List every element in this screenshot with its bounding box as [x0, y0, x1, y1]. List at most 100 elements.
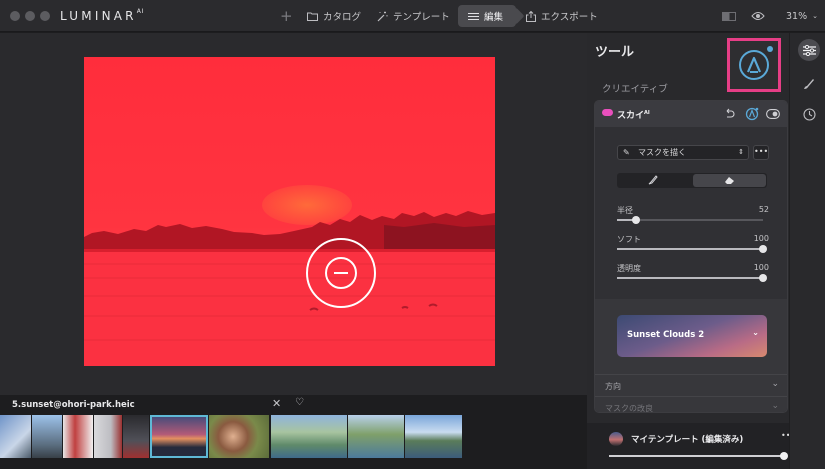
- edit-label: 編集: [484, 12, 504, 23]
- add-icon[interactable]: +: [280, 7, 293, 25]
- tools-rail-button[interactable]: [798, 39, 820, 61]
- sky-tool-header[interactable]: スカイAI: [595, 101, 787, 127]
- cloud-icon: [602, 109, 613, 116]
- my-template-bar: マイテンプレート (編集済み) •••: [587, 423, 795, 469]
- brush-cursor: [306, 238, 376, 308]
- chevron-down-icon: ⌄: [752, 328, 759, 337]
- panel-title: ツール: [595, 45, 635, 60]
- minimize-window-button[interactable]: [25, 11, 35, 21]
- heart-icon[interactable]: ♡: [295, 397, 304, 408]
- brush-icon: [804, 79, 814, 89]
- magic-wand-icon: [377, 11, 388, 21]
- water-reflection: [84, 252, 495, 366]
- template-amount-knob[interactable]: [780, 452, 788, 460]
- export-label: エクスポート: [541, 12, 598, 23]
- active-dot: [767, 46, 773, 52]
- thumbnail[interactable]: [94, 415, 122, 458]
- eraser-icon: [725, 177, 734, 184]
- catalog-label: カタログ: [323, 12, 362, 23]
- slider-knob[interactable]: [759, 245, 767, 253]
- template-amount-track[interactable]: [609, 452, 788, 460]
- zoom-level[interactable]: 31% ⌄: [786, 8, 818, 24]
- erase-segment-active[interactable]: [693, 174, 766, 187]
- export-tab[interactable]: エクスポート: [526, 8, 598, 24]
- title-bar: LUMINARAI + カタログ テンプレート 編集 エクスポート 31% ⌄: [0, 0, 825, 32]
- image-canvas[interactable]: [0, 33, 587, 395]
- thumbnail[interactable]: [209, 415, 269, 458]
- folder-icon: [307, 12, 318, 21]
- history-rail-button[interactable]: [798, 103, 820, 125]
- erase-brush-icon: [325, 257, 357, 289]
- slider-knob[interactable]: [631, 216, 640, 224]
- slider-label: 半径: [617, 206, 633, 215]
- brush-mode-segmented: [617, 173, 767, 188]
- section-direction-label: 方向: [605, 382, 621, 391]
- slider-value: 100: [753, 234, 769, 243]
- templates-tab[interactable]: テンプレート: [377, 8, 450, 24]
- adjustments-icon: [802, 44, 816, 56]
- slider-track[interactable]: [617, 245, 767, 253]
- slider-track[interactable]: [617, 216, 763, 224]
- more-options-button[interactable]: •••: [753, 145, 769, 160]
- template-avatar: [609, 432, 623, 446]
- thumbnail[interactable]: [405, 415, 462, 458]
- thumbnail[interactable]: [32, 415, 62, 458]
- chevron-down-icon: ⌄: [771, 401, 779, 411]
- photo-preview[interactable]: [84, 57, 495, 366]
- brush-rail-button[interactable]: [798, 73, 820, 95]
- filmstrip-filename: 5.sunset@ohori-park.heic: [12, 400, 135, 410]
- catalog-tab[interactable]: カタログ: [307, 8, 361, 24]
- paint-brush-icon[interactable]: [648, 175, 658, 188]
- mask-mode-select[interactable]: ✎ マスクを描く ⇕: [617, 145, 749, 160]
- slider-fill: [617, 277, 763, 279]
- slider-label: 透明度: [617, 264, 641, 273]
- filmstrip: [0, 415, 587, 458]
- sky-tool-name: スカイAI: [617, 110, 650, 121]
- thumbnail[interactable]: [348, 415, 404, 458]
- tools-panel: ツール クリエイティブ スカイAI ✎ マスクを描く ⇕ ••• 半径 52 ソフト…: [587, 33, 795, 469]
- slider-fill: [617, 248, 763, 250]
- section-direction[interactable]: 方向 ⌄: [595, 374, 787, 396]
- sky-ai-tool: スカイAI ✎ マスクを描く ⇕ ••• 半径 52 ソフト 100 透明度 100 Su…: [594, 100, 788, 413]
- share-icon: [526, 10, 536, 22]
- brush-mode-icon: ✎: [623, 148, 630, 157]
- compare-icon[interactable]: [722, 12, 736, 21]
- chevron-down-icon: ⌄: [812, 12, 818, 20]
- treeline-silhouette: [84, 211, 495, 249]
- slider-knob[interactable]: [759, 274, 767, 282]
- thumbnail[interactable]: [63, 415, 93, 458]
- slider-track[interactable]: [617, 274, 767, 282]
- sliders-icon: [468, 12, 479, 20]
- undo-icon[interactable]: [724, 108, 735, 119]
- thumbnail[interactable]: [123, 415, 149, 458]
- eye-icon[interactable]: [751, 11, 765, 21]
- category-creative[interactable]: クリエイティブ: [602, 81, 668, 95]
- templates-label: テンプレート: [393, 12, 450, 23]
- zoom-window-button[interactable]: [40, 11, 50, 21]
- clock-icon: [802, 107, 816, 121]
- close-icon[interactable]: ✕: [272, 397, 281, 410]
- thumbnail[interactable]: [271, 415, 347, 458]
- thumbnail[interactable]: [0, 415, 31, 458]
- section-mask-refine-label: マスクの改良: [605, 404, 653, 413]
- right-rail: [789, 33, 825, 469]
- mask-brush-icon[interactable]: [745, 107, 759, 121]
- slider-label: ソフト: [617, 235, 641, 244]
- thumbnail-selected[interactable]: [150, 415, 208, 458]
- select-arrows-icon: ⇕: [738, 148, 744, 156]
- mask-brush-icon[interactable]: [739, 50, 769, 80]
- zoom-value: 31%: [786, 10, 808, 22]
- sky-selection-name: Sunset Clouds 2: [627, 330, 705, 340]
- close-window-button[interactable]: [10, 11, 20, 21]
- slider-value: 100: [753, 263, 769, 272]
- mask-tool-highlight: [727, 38, 781, 92]
- sky-selection-card[interactable]: Sunset Clouds 2 ⌄: [617, 315, 767, 357]
- app-logo: LUMINARAI: [60, 8, 145, 23]
- chevron-down-icon: ⌄: [771, 379, 779, 389]
- edit-tab[interactable]: 編集: [468, 8, 503, 24]
- visibility-toggle-icon[interactable]: [766, 109, 780, 119]
- section-mask-refine[interactable]: マスクの改良 ⌄: [595, 396, 787, 413]
- slider-value: 52: [758, 205, 769, 214]
- my-template-label: マイテンプレート (編集済み): [631, 435, 744, 445]
- mask-mode-value: マスクを描く: [638, 148, 686, 157]
